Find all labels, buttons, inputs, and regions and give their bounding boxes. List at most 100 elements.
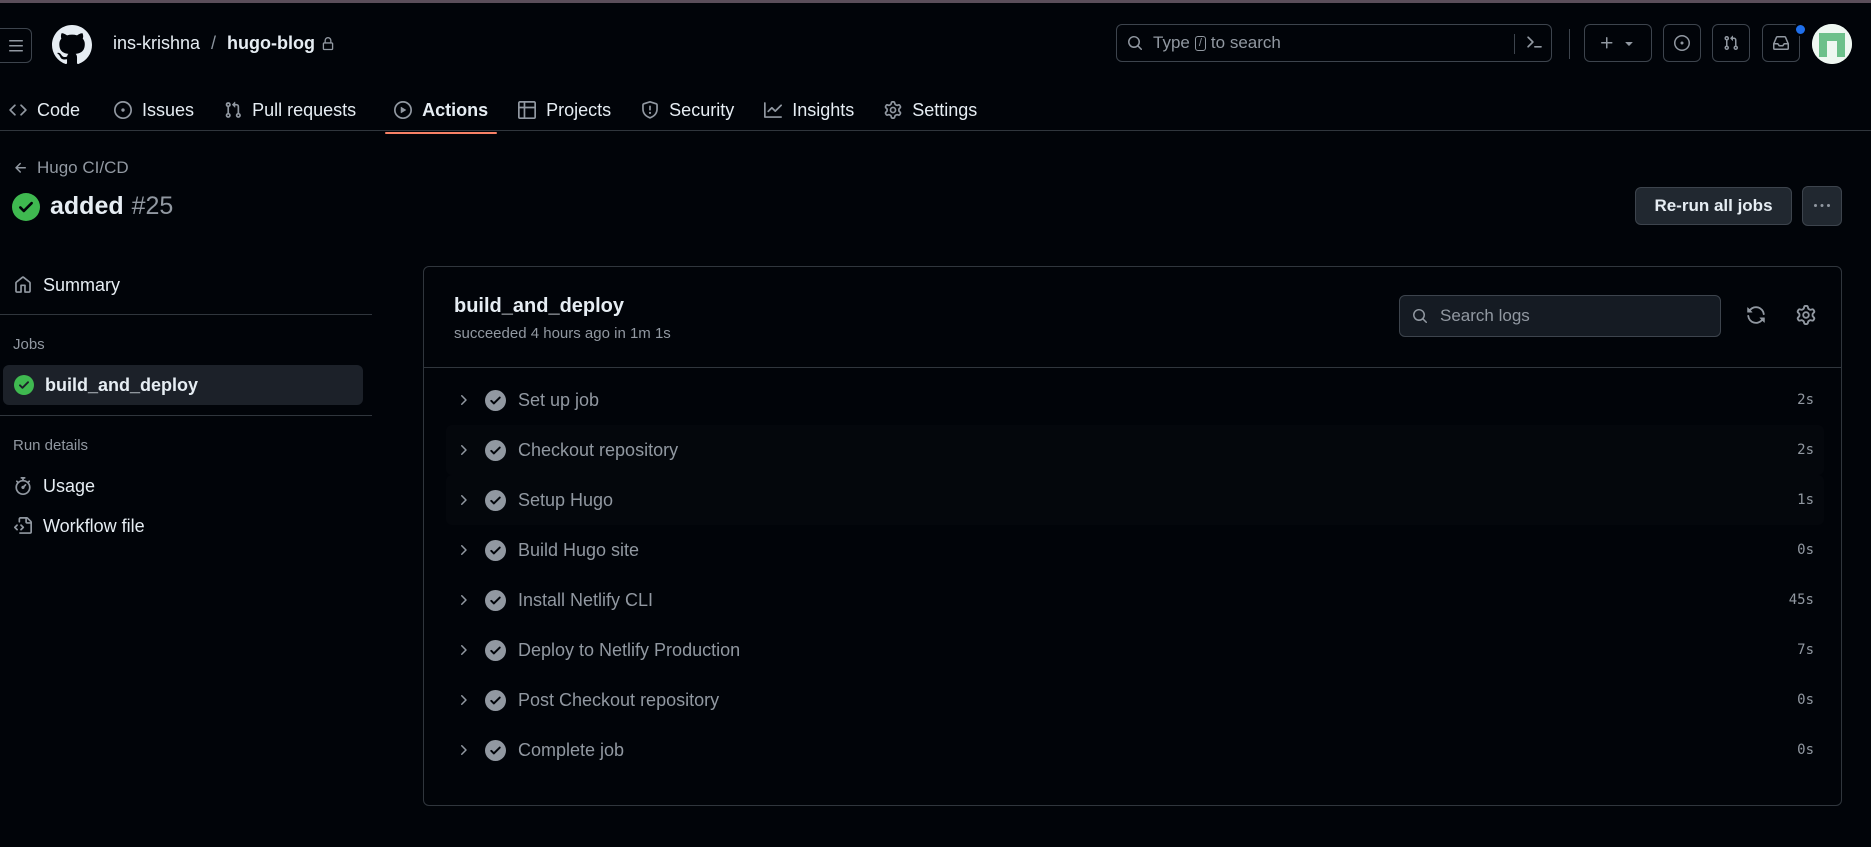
- pull-requests-button[interactable]: [1712, 24, 1750, 62]
- hamburger-icon: [8, 39, 23, 51]
- tab-label: Issues: [142, 99, 195, 120]
- tab-issues[interactable]: Issues: [105, 87, 203, 133]
- issues-button[interactable]: [1663, 24, 1701, 62]
- sidebar-item-label: Workflow file: [43, 515, 145, 536]
- table-icon: [518, 101, 537, 119]
- github-logo-icon[interactable]: [51, 25, 92, 65]
- play-icon: [394, 101, 413, 119]
- tab-label: Pull requests: [252, 99, 357, 120]
- repo-breadcrumb: ins-krishna / hugo-blog: [113, 33, 335, 54]
- code-icon: [9, 101, 27, 119]
- global-search-input[interactable]: Type / to search: [1116, 24, 1552, 62]
- shield-icon: [641, 101, 659, 119]
- sidebar-item-build-and-deploy[interactable]: build_and_deploy: [3, 365, 363, 405]
- sidebar-item-usage[interactable]: Usage: [3, 466, 363, 506]
- step-duration: 0s: [1797, 742, 1814, 758]
- page-title: added: [50, 192, 124, 220]
- chevron-right-icon[interactable]: [455, 442, 471, 458]
- sidebar-divider: [0, 415, 372, 416]
- tab-insights[interactable]: Insights: [755, 87, 863, 133]
- sidebar-item-workflow-file[interactable]: Workflow file: [3, 506, 363, 546]
- tab-label: Code: [37, 99, 81, 120]
- run-title: added #25: [12, 192, 173, 221]
- step-set-up-job[interactable]: Set up job 2s: [446, 375, 1824, 425]
- rerun-all-jobs-button[interactable]: Re-run all jobs: [1635, 187, 1792, 225]
- avatar[interactable]: [1812, 24, 1852, 64]
- search-logs-input[interactable]: Search logs: [1399, 295, 1721, 337]
- step-name: Complete job: [518, 739, 625, 760]
- tab-code[interactable]: Code: [0, 87, 89, 133]
- check-circle-fill-icon: [485, 639, 506, 661]
- issue-opened-icon: [1674, 35, 1690, 51]
- chevron-right-icon[interactable]: [455, 492, 471, 508]
- step-build-hugo-site[interactable]: Build Hugo site 0s: [446, 525, 1824, 575]
- step-complete-job[interactable]: Complete job 0s: [446, 725, 1824, 775]
- gear-icon[interactable]: [1796, 305, 1816, 325]
- step-duration: 2s: [1797, 442, 1814, 458]
- chevron-right-icon[interactable]: [455, 542, 471, 558]
- check-circle-fill-icon: [485, 389, 506, 411]
- sidebar-item-label: build_and_deploy: [45, 374, 199, 395]
- step-setup-hugo[interactable]: Setup Hugo 1s: [446, 475, 1824, 525]
- chevron-right-icon[interactable]: [455, 642, 471, 658]
- more-options-button[interactable]: [1802, 186, 1842, 226]
- search-shortcut-key: /: [1194, 35, 1206, 51]
- step-install-netlify-cli[interactable]: Install Netlify CLI 45s: [446, 575, 1824, 625]
- check-circle-fill-icon: [485, 739, 506, 761]
- job-name: build_and_deploy: [454, 295, 625, 317]
- run-number: #25: [131, 192, 174, 220]
- search-divider: [1514, 34, 1515, 54]
- job-header: build_and_deploy succeeded 4 hours ago i…: [424, 267, 1841, 368]
- tab-label: Settings: [912, 99, 978, 120]
- step-duration: 2s: [1797, 392, 1814, 408]
- step-duration: 7s: [1797, 642, 1814, 658]
- job-steps: Set up job 2s Checkout repository 2s Set…: [446, 375, 1824, 775]
- chevron-right-icon[interactable]: [455, 742, 471, 758]
- chevron-right-icon[interactable]: [455, 392, 471, 408]
- tab-label: Security: [669, 99, 735, 120]
- refresh-icon[interactable]: [1746, 305, 1766, 325]
- search-icon: [1412, 308, 1428, 324]
- kebab-horizontal-icon: [1814, 204, 1830, 207]
- step-name: Deploy to Netlify Production: [518, 639, 741, 660]
- step-deploy-to-netlify-production[interactable]: Deploy to Netlify Production 7s: [446, 625, 1824, 675]
- job-log-panel: build_and_deploy succeeded 4 hours ago i…: [423, 266, 1842, 806]
- tab-actions[interactable]: Actions: [385, 87, 498, 134]
- step-checkout-repository[interactable]: Checkout repository 2s: [446, 425, 1824, 475]
- check-circle-fill-icon: [485, 539, 506, 561]
- sidebar-item-summary[interactable]: Summary: [3, 265, 363, 305]
- tab-label: Actions: [422, 99, 489, 120]
- tab-settings[interactable]: Settings: [875, 87, 986, 133]
- repo-link[interactable]: hugo-blog: [227, 33, 315, 54]
- check-circle-fill-icon: [485, 589, 506, 611]
- notification-dot: [1794, 23, 1807, 36]
- step-name: Setup Hugo: [518, 489, 614, 510]
- step-name: Build Hugo site: [518, 539, 640, 560]
- tab-projects[interactable]: Projects: [509, 87, 620, 133]
- inbox-icon: [1773, 36, 1789, 50]
- global-header: ins-krishna / hugo-blog Type / to search: [0, 3, 1871, 134]
- command-palette-icon[interactable]: [1525, 33, 1543, 51]
- workflow-back-link[interactable]: Hugo CI/CD: [13, 158, 129, 178]
- home-icon: [14, 276, 32, 294]
- step-name: Checkout repository: [518, 439, 679, 460]
- menu-button[interactable]: [0, 28, 32, 63]
- step-duration: 0s: [1797, 542, 1814, 558]
- chevron-right-icon[interactable]: [455, 592, 471, 608]
- graph-icon: [764, 101, 783, 119]
- job-status: succeeded 4 hours ago in 1m 1s: [454, 325, 671, 342]
- sidebar-group-run-details: Run details: [13, 437, 89, 454]
- check-circle-fill-icon: [485, 439, 506, 461]
- tab-security[interactable]: Security: [632, 87, 743, 133]
- chevron-right-icon[interactable]: [455, 692, 471, 708]
- step-name: Post Checkout repository: [518, 689, 720, 710]
- owner-link[interactable]: ins-krishna: [113, 33, 200, 54]
- workflow-name: Hugo CI/CD: [37, 158, 129, 177]
- step-post-checkout-repository[interactable]: Post Checkout repository 0s: [446, 675, 1824, 725]
- create-new-button[interactable]: [1584, 24, 1652, 62]
- tab-pull-requests[interactable]: Pull requests: [215, 87, 365, 133]
- triangle-down-icon: [1625, 42, 1633, 46]
- sidebar-item-label: Usage: [43, 475, 96, 496]
- check-circle-fill-icon: [485, 489, 506, 511]
- arrow-left-icon: [13, 160, 29, 176]
